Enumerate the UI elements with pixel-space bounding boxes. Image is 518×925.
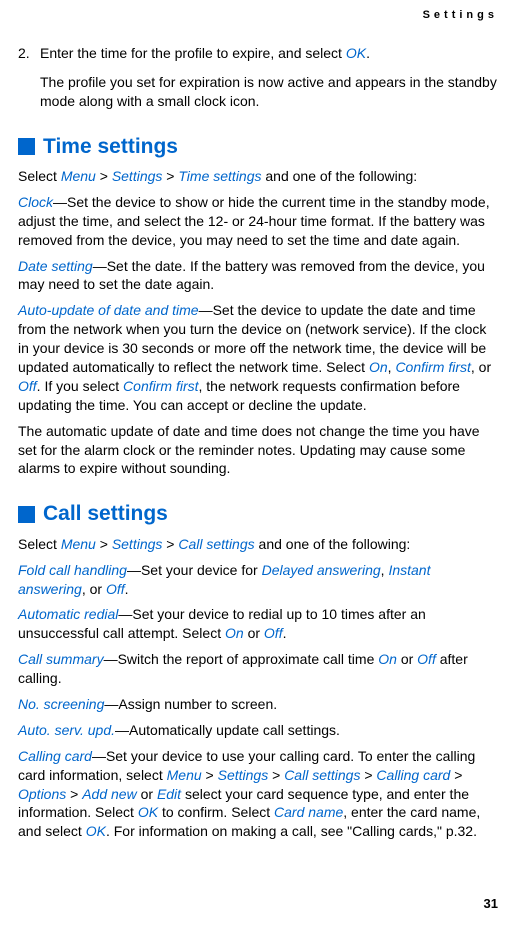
calling-card-para: Calling card—Set your device to use your… (18, 747, 500, 841)
menu-link: Menu (61, 536, 96, 552)
time-settings-header: Time settings (18, 133, 500, 161)
no-screening-para: No. screening—Assign number to screen. (18, 695, 500, 714)
step-body: Enter the time for the profile to expire… (40, 44, 500, 63)
settings-link: Settings (218, 767, 269, 783)
gt: > (96, 168, 112, 184)
txt: or (137, 786, 157, 802)
auto-serv-label: Auto. serv. upd. (18, 722, 115, 738)
on-link: On (225, 625, 244, 641)
step-number: 2. (18, 44, 40, 63)
page-number: 31 (484, 895, 498, 913)
step-period: . (366, 45, 370, 61)
txt: —Switch the report of approximate call t… (104, 651, 379, 667)
auto-note: The automatic update of date and time do… (18, 422, 500, 479)
no-screening-label: No. screening (18, 696, 104, 712)
cardname-link: Card name (274, 804, 343, 820)
call-settings-title: Call settings (43, 500, 168, 528)
gt: > (268, 767, 284, 783)
txt: and one of the following: (262, 168, 418, 184)
confirm-first-link-2: Confirm first (123, 378, 198, 394)
date-label: Date setting (18, 258, 93, 274)
auto-label: Auto-update of date and time (18, 302, 199, 318)
square-bullet-icon (18, 138, 35, 155)
txt: Select (18, 168, 61, 184)
gt: > (162, 168, 178, 184)
gt: > (162, 536, 178, 552)
txt: —Automatically update call settings. (115, 722, 340, 738)
gt: > (202, 767, 218, 783)
header-section-label: Settings (423, 8, 498, 23)
delayed-link: Delayed answering (262, 562, 381, 578)
off-link: Off (18, 378, 37, 394)
callsettings-link: Call settings (178, 536, 254, 552)
addnew-link: Add new (82, 786, 136, 802)
settings-link: Settings (112, 168, 163, 184)
time-settings-title: Time settings (43, 133, 178, 161)
gt: > (360, 767, 376, 783)
callingcard-link: Calling card (376, 767, 450, 783)
ok-link: OK (346, 45, 366, 61)
step-follow-text: The profile you set for expiration is no… (40, 73, 500, 111)
on-link: On (378, 651, 397, 667)
txt: . If you select (37, 378, 123, 394)
txt: . For information on making a call, see … (106, 823, 477, 839)
menu-link: Menu (167, 767, 202, 783)
txt: or (397, 651, 417, 667)
settings-link: Settings (112, 536, 163, 552)
date-para: Date setting—Set the date. If the batter… (18, 257, 500, 295)
gt: > (450, 767, 462, 783)
clock-para: Clock—Set the device to show or hide the… (18, 193, 500, 250)
off-link: Off (264, 625, 283, 641)
txt: Select (18, 536, 61, 552)
txt: to confirm. Select (158, 804, 274, 820)
on-link: On (369, 359, 388, 375)
clock-body: —Set the device to show or hide the curr… (18, 194, 490, 248)
time-intro: Select Menu > Settings > Time settings a… (18, 167, 500, 186)
timesettings-link: Time settings (178, 168, 261, 184)
txt: or (244, 625, 264, 641)
callsettings-link: Call settings (284, 767, 360, 783)
off-link: Off (417, 651, 436, 667)
clock-label: Clock (18, 194, 53, 210)
fold-label: Fold call handling (18, 562, 127, 578)
call-settings-header: Call settings (18, 500, 500, 528)
txt: —Set your device for (127, 562, 262, 578)
summary-para: Call summary—Switch the report of approx… (18, 650, 500, 688)
txt: . (125, 581, 129, 597)
step-2: 2. Enter the time for the profile to exp… (18, 44, 500, 63)
menu-link: Menu (61, 168, 96, 184)
auto-serv-para: Auto. serv. upd.—Automatically update ca… (18, 721, 500, 740)
redial-label: Automatic redial (18, 606, 118, 622)
auto-update-para: Auto-update of date and time—Set the dev… (18, 301, 500, 414)
card-label: Calling card (18, 748, 92, 764)
txt: —Assign number to screen. (104, 696, 277, 712)
step-text: Enter the time for the profile to expire… (40, 45, 346, 61)
edit-link: Edit (157, 786, 181, 802)
gt: > (66, 786, 82, 802)
off-link: Off (106, 581, 125, 597)
options-link: Options (18, 786, 66, 802)
txt: . (283, 625, 287, 641)
gt: > (96, 536, 112, 552)
fold-para: Fold call handling—Set your device for D… (18, 561, 500, 599)
ok-link-2: OK (86, 823, 106, 839)
txt: , or (82, 581, 106, 597)
redial-para: Automatic redial—Set your device to redi… (18, 605, 500, 643)
txt: , or (471, 359, 491, 375)
txt: and one of the following: (255, 536, 411, 552)
call-intro: Select Menu > Settings > Call settings a… (18, 535, 500, 554)
square-bullet-icon (18, 506, 35, 523)
ok-link: OK (138, 804, 158, 820)
summary-label: Call summary (18, 651, 104, 667)
confirm-first-link: Confirm first (395, 359, 470, 375)
